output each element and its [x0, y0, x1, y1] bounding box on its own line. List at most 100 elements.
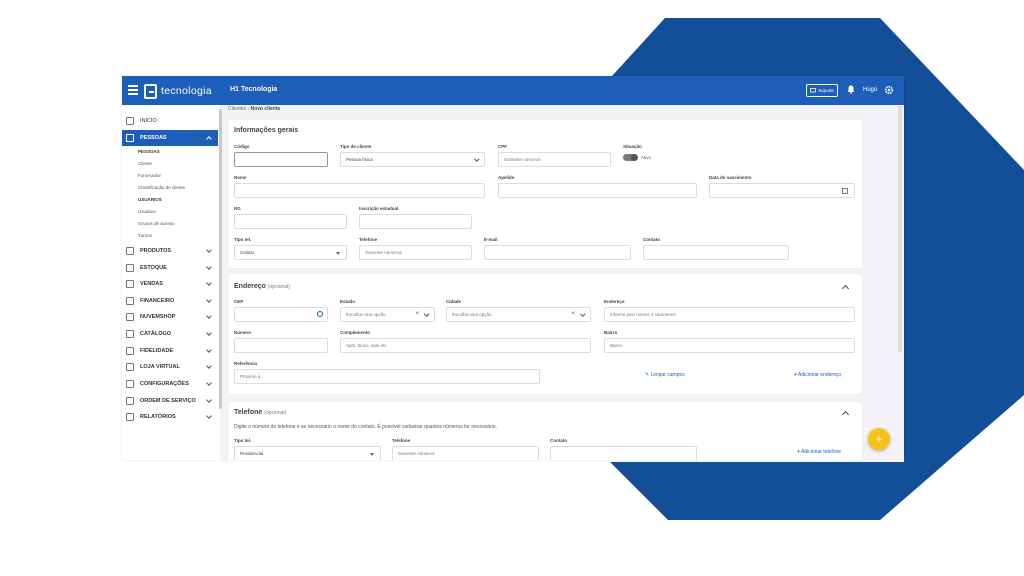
- menu-icon[interactable]: [128, 85, 138, 95]
- sub-item-pessoas[interactable]: PESSOAS: [138, 149, 160, 154]
- email-label: E-mail: [484, 237, 498, 242]
- collapse-icon[interactable]: [841, 410, 850, 419]
- money-icon: [126, 297, 134, 305]
- contato-input[interactable]: [643, 245, 789, 260]
- cidade-select[interactable]: Escolha uma opção ×: [446, 307, 591, 322]
- support-button[interactable]: Suporte: [806, 84, 838, 97]
- codigo-input[interactable]: [234, 152, 328, 167]
- sidebar-item-label: RELATÓRIOS: [140, 414, 176, 420]
- sub-item-fornecedor[interactable]: Fornecedor: [138, 173, 161, 178]
- sidebar-item-relatorios[interactable]: RELATÓRIOS: [122, 409, 218, 425]
- sub-item-usuarios[interactable]: Usuários: [138, 209, 156, 214]
- store-icon: [126, 313, 134, 321]
- sidebar-item-produtos[interactable]: PRODUTOS: [122, 243, 218, 259]
- situacao-toggle[interactable]: [623, 154, 638, 161]
- general-info-title: Informações gerais: [234, 127, 299, 134]
- complemento-placeholder: Apto, bloco, sala etc: [346, 343, 387, 348]
- sub-item-cliente[interactable]: Cliente: [138, 161, 152, 166]
- sidebar-item-label: CATÁLOGO: [140, 331, 172, 337]
- collapse-icon[interactable]: [841, 284, 850, 293]
- sidebar-item-estoque[interactable]: ESTOQUE: [122, 260, 218, 276]
- chevron-down-icon: [423, 311, 429, 317]
- breadcrumb-current: Novo cliente: [250, 106, 281, 112]
- tipo-cliente-select[interactable]: Pessoa física: [340, 152, 485, 167]
- bell-icon[interactable]: [847, 85, 855, 94]
- chevron-down-icon: [579, 311, 585, 317]
- content-scrollbar[interactable]: [898, 106, 902, 352]
- estado-select[interactable]: Escolha uma opção ×: [340, 307, 435, 322]
- situacao-label: Situação: [623, 144, 642, 149]
- sub-item-turnos[interactable]: Turnos: [138, 233, 152, 238]
- report-icon: [126, 413, 134, 421]
- cpf-input[interactable]: Somente números: [498, 152, 611, 167]
- address-title-text: Endereço: [234, 283, 266, 290]
- search-icon[interactable]: [317, 311, 323, 317]
- phone-tipo-value: Residencial: [240, 451, 264, 456]
- sidebar-item-label: PESSOAS: [140, 135, 167, 141]
- estado-placeholder: Escolha uma opção: [346, 312, 386, 317]
- complemento-input[interactable]: Apto, bloco, sala etc: [340, 338, 591, 353]
- add-phone-button[interactable]: + Adicionar telefone: [797, 449, 841, 455]
- calendar-icon[interactable]: [842, 188, 848, 194]
- clear-icon[interactable]: ×: [415, 308, 419, 321]
- breadcrumb-parent[interactable]: Clientes: [228, 106, 246, 112]
- nome-input[interactable]: [234, 183, 485, 198]
- sidebar-item-vendas[interactable]: VENDAS: [122, 276, 218, 292]
- phone-tipo-select[interactable]: Residencial: [234, 446, 381, 460]
- phone-card: Telefone (opcional) Digite o número do t…: [228, 402, 862, 460]
- contato-label: Contato: [643, 237, 660, 242]
- sidebar-item-fidelidade[interactable]: FIDELIDADE: [122, 343, 218, 359]
- clear-fields-button[interactable]: ✎ Limpar campos: [645, 372, 685, 378]
- caret-down-icon: [370, 453, 374, 456]
- chevron-down-icon: [206, 363, 212, 369]
- sidebar-item-financeiro[interactable]: FINANCEIRO: [122, 293, 218, 309]
- sidebar-item-inicio[interactable]: INÍCIO: [122, 113, 218, 129]
- rg-input[interactable]: [234, 214, 347, 229]
- apelido-input[interactable]: [498, 183, 697, 198]
- endereco-input[interactable]: Informe pelo menos 3 caracteres: [604, 307, 855, 322]
- cidade-placeholder: Escolha uma opção: [452, 312, 492, 317]
- stock-icon: [126, 264, 134, 272]
- clear-icon[interactable]: ×: [571, 308, 575, 321]
- sidebar-item-configuracoes[interactable]: CONFIGURAÇÕES: [122, 376, 218, 392]
- caret-down-icon: [336, 252, 340, 255]
- company-name: H1 Tecnologia: [230, 86, 278, 93]
- address-card: Endereço (opcional) CEP Estado Escolha u…: [228, 274, 862, 394]
- sidebar-item-loja-virtual[interactable]: LOJA VIRTUAL: [122, 359, 218, 375]
- sub-item-classificacao[interactable]: Classificação de cliente: [138, 185, 185, 190]
- nascimento-input[interactable]: [709, 183, 855, 198]
- estado-label: Estado: [340, 299, 356, 304]
- phone-hint: Digite o número do telefone e se necessá…: [234, 424, 497, 430]
- sidebar-item-nuvemshop[interactable]: NUVEMSHOP: [122, 309, 218, 325]
- telefone-input[interactable]: Somente números: [359, 245, 472, 260]
- add-address-button[interactable]: + Adicionar endereço: [794, 372, 841, 378]
- logo: tecnologia: [144, 83, 212, 99]
- phone-telefone-placeholder: Somente números: [398, 451, 435, 456]
- user-name[interactable]: Hugo: [863, 87, 877, 93]
- service-icon: [126, 397, 134, 405]
- bairro-input[interactable]: Bairro: [604, 338, 855, 353]
- cep-label: CEP: [234, 299, 244, 304]
- fab-add-button[interactable]: +: [868, 428, 890, 450]
- cep-input[interactable]: [234, 307, 328, 322]
- cpf-placeholder: Somente números: [504, 157, 541, 162]
- sidebar-item-pessoas[interactable]: PESSOAS: [122, 130, 218, 146]
- tipo-tel-value: Celular: [240, 250, 255, 255]
- phone-contato-input[interactable]: [550, 446, 697, 460]
- clear-fields-label: Limpar campos: [650, 372, 685, 378]
- referencia-input[interactable]: Próximo a...: [234, 369, 540, 384]
- nascimento-label: Data de nascimento: [709, 175, 752, 180]
- tipo-tel-select[interactable]: Celular: [234, 245, 347, 260]
- phone-telefone-input[interactable]: Somente números: [392, 446, 539, 460]
- sidebar-item-catalogo[interactable]: CATÁLOGO: [122, 326, 218, 342]
- ie-input[interactable]: [359, 214, 472, 229]
- gear-icon[interactable]: [884, 85, 894, 95]
- sidebar-scrollbar[interactable]: [219, 109, 222, 409]
- cpf-label: CPF: [498, 144, 507, 149]
- sub-item-grupos[interactable]: Grupos de acesso: [138, 221, 175, 226]
- logo-text: tecnologia: [161, 85, 212, 97]
- sub-item-usuarios-header[interactable]: USUÁRIOS: [138, 197, 162, 202]
- numero-input[interactable]: [234, 338, 328, 353]
- sidebar-item-ordem-servico[interactable]: ORDEM DE SERVIÇO: [122, 393, 218, 409]
- email-input[interactable]: [484, 245, 631, 260]
